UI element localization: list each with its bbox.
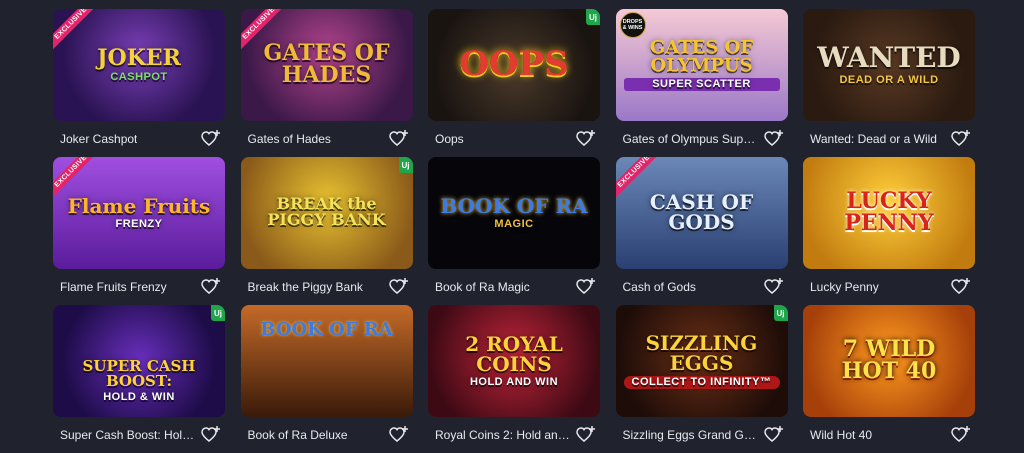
add-favorite-icon[interactable] (388, 425, 409, 445)
game-thumbnail[interactable]: DROPS & WINS GATES OF OLYMPUS SUPER SCATTE… (615, 9, 788, 121)
game-title[interactable]: Wanted: Dead or a Wild (810, 132, 937, 146)
game-title[interactable]: Break the Piggy Bank (248, 280, 363, 294)
add-favorite-icon[interactable] (763, 129, 784, 149)
game-card[interactable]: EXCLUSIVE Flame Fruits FRENZY Flame Fruits … (53, 157, 225, 305)
game-card[interactable]: Uj BREAK the PIGGY BANK Break the Piggy Ba… (240, 157, 413, 305)
add-favorite-icon[interactable] (951, 129, 971, 149)
game-art-title: Flame Fruits FRENZY (67, 194, 211, 230)
game-art-title: SUPER CASH BOOST: HOLD & WIN (82, 357, 196, 403)
game-card[interactable]: EXCLUSIVE CASH OF GODS Cash of Gods (615, 157, 788, 305)
add-favorite-icon[interactable] (388, 277, 409, 297)
game-thumbnail[interactable]: BOOK OF RA (240, 305, 413, 417)
add-favorite-icon[interactable] (388, 129, 409, 149)
game-card[interactable]: DROPS & WINS GATES OF OLYMPUS SUPER SCATTE… (615, 9, 788, 157)
game-thumbnail[interactable]: EXCLUSIVE JOKER CASHPOT (53, 9, 225, 121)
game-thumbnail[interactable]: WANTED DEAD OR A WILD (803, 9, 975, 121)
game-thumbnail[interactable]: EXCLUSIVE CASH OF GODS (615, 157, 788, 269)
game-art-title: WANTED DEAD OR A WILD (817, 41, 961, 86)
add-favorite-icon[interactable] (763, 425, 784, 445)
game-art-title: GATES OF HADES (263, 39, 390, 88)
game-title[interactable]: Wild Hot 40 (810, 428, 872, 442)
game-art-title: 7 WILD HOT 40 (841, 335, 937, 384)
game-art-title: BOOK OF RA (260, 318, 393, 340)
game-thumbnail[interactable]: LUCKY PENNY (803, 157, 975, 269)
game-art-title: LUCKY PENNY (844, 187, 934, 236)
game-thumbnail[interactable]: Uj SIZZLING EGGS COLLECT TO INFINITY™ (615, 305, 788, 417)
game-thumbnail[interactable]: EXCLUSIVE Flame Fruits FRENZY (53, 157, 225, 269)
game-card[interactable]: BOOK OF RA Book of Ra Deluxe (240, 305, 413, 453)
drops-wins-badge: DROPS & WINS (619, 12, 646, 38)
add-favorite-icon[interactable] (576, 425, 596, 445)
game-thumbnail[interactable]: Uj OOPS (428, 9, 600, 121)
game-card[interactable]: Uj SIZZLING EGGS COLLECT TO INFINITY™ Sizzl… (615, 305, 788, 453)
game-art-title: SIZZLING EGGS COLLECT TO INFINITY™ (616, 333, 788, 389)
game-title[interactable]: Book of Ra Deluxe (248, 428, 348, 442)
game-thumbnail[interactable]: BOOK OF RA MAGIC (428, 157, 600, 269)
game-card[interactable]: Uj OOPS Oops (428, 9, 600, 157)
game-title[interactable]: Cash of Gods (623, 280, 696, 294)
add-favorite-icon[interactable] (201, 277, 221, 297)
game-thumbnail[interactable]: Uj SUPER CASH BOOST: HOLD & WIN (53, 305, 225, 417)
uj-badge: Uj (211, 305, 225, 321)
game-card[interactable]: EXCLUSIVE GATES OF HADES Gates of Hades (240, 9, 413, 157)
game-thumbnail[interactable]: Uj BREAK the PIGGY BANK (240, 157, 413, 269)
game-art-title: BREAK the PIGGY BANK (267, 193, 386, 229)
add-favorite-icon[interactable] (201, 129, 221, 149)
add-favorite-icon[interactable] (951, 277, 971, 297)
game-title[interactable]: Royal Coins 2: Hold and Win (435, 428, 573, 442)
game-art-title: JOKER CASHPOT (97, 45, 181, 83)
game-title[interactable]: Gates of Hades (248, 132, 331, 146)
game-art-title: BOOK OF RA MAGIC (440, 194, 588, 230)
game-title[interactable]: Oops (435, 132, 464, 146)
add-favorite-icon[interactable] (763, 277, 784, 297)
game-card[interactable]: BOOK OF RA MAGIC Book of Ra Magic (428, 157, 600, 305)
game-grid: EXCLUSIVE JOKER CASHPOT Joker Cashpot EXCLU… (53, 9, 975, 453)
uj-badge: Uj (586, 9, 600, 25)
add-favorite-icon[interactable] (576, 277, 596, 297)
game-card[interactable]: EXCLUSIVE JOKER CASHPOT Joker Cashpot (53, 9, 225, 157)
game-thumbnail[interactable]: 2 ROYAL COINS HOLD AND WIN (428, 305, 600, 417)
uj-badge: Uj (398, 157, 413, 173)
game-art-title: CASH OF GODS (649, 189, 754, 234)
game-art-title: 2 ROYAL COINS HOLD AND WIN (465, 332, 563, 388)
game-title[interactable]: Book of Ra Magic (435, 280, 530, 294)
game-title[interactable]: Sizzling Eggs Grand Gold Edition (623, 428, 761, 442)
game-card[interactable]: Uj SUPER CASH BOOST: HOLD & WIN Super Cash … (53, 305, 225, 453)
game-title[interactable]: Gates of Olympus Super Scatter (623, 132, 761, 146)
game-title[interactable]: Joker Cashpot (60, 132, 137, 146)
game-art-title: OOPS (459, 43, 569, 84)
game-title[interactable]: Lucky Penny (810, 280, 879, 294)
game-art-title: GATES OF OLYMPUS SUPER SCATTER (616, 39, 788, 91)
game-card[interactable]: 7 WILD HOT 40 Wild Hot 40 (803, 305, 975, 453)
game-card[interactable]: LUCKY PENNY Lucky Penny (803, 157, 975, 305)
game-title[interactable]: Super Cash Boost: Hold & Win (60, 428, 198, 442)
add-favorite-icon[interactable] (951, 425, 971, 445)
game-thumbnail[interactable]: 7 WILD HOT 40 (803, 305, 975, 417)
uj-badge: Uj (773, 305, 788, 321)
add-favorite-icon[interactable] (201, 425, 221, 445)
add-favorite-icon[interactable] (576, 129, 596, 149)
game-thumbnail[interactable]: EXCLUSIVE GATES OF HADES (240, 9, 413, 121)
game-title[interactable]: Flame Fruits Frenzy (60, 280, 167, 294)
game-card[interactable]: 2 ROYAL COINS HOLD AND WIN Royal Coins 2: … (428, 305, 600, 453)
game-card[interactable]: WANTED DEAD OR A WILD Wanted: Dead or a Wi… (803, 9, 975, 157)
